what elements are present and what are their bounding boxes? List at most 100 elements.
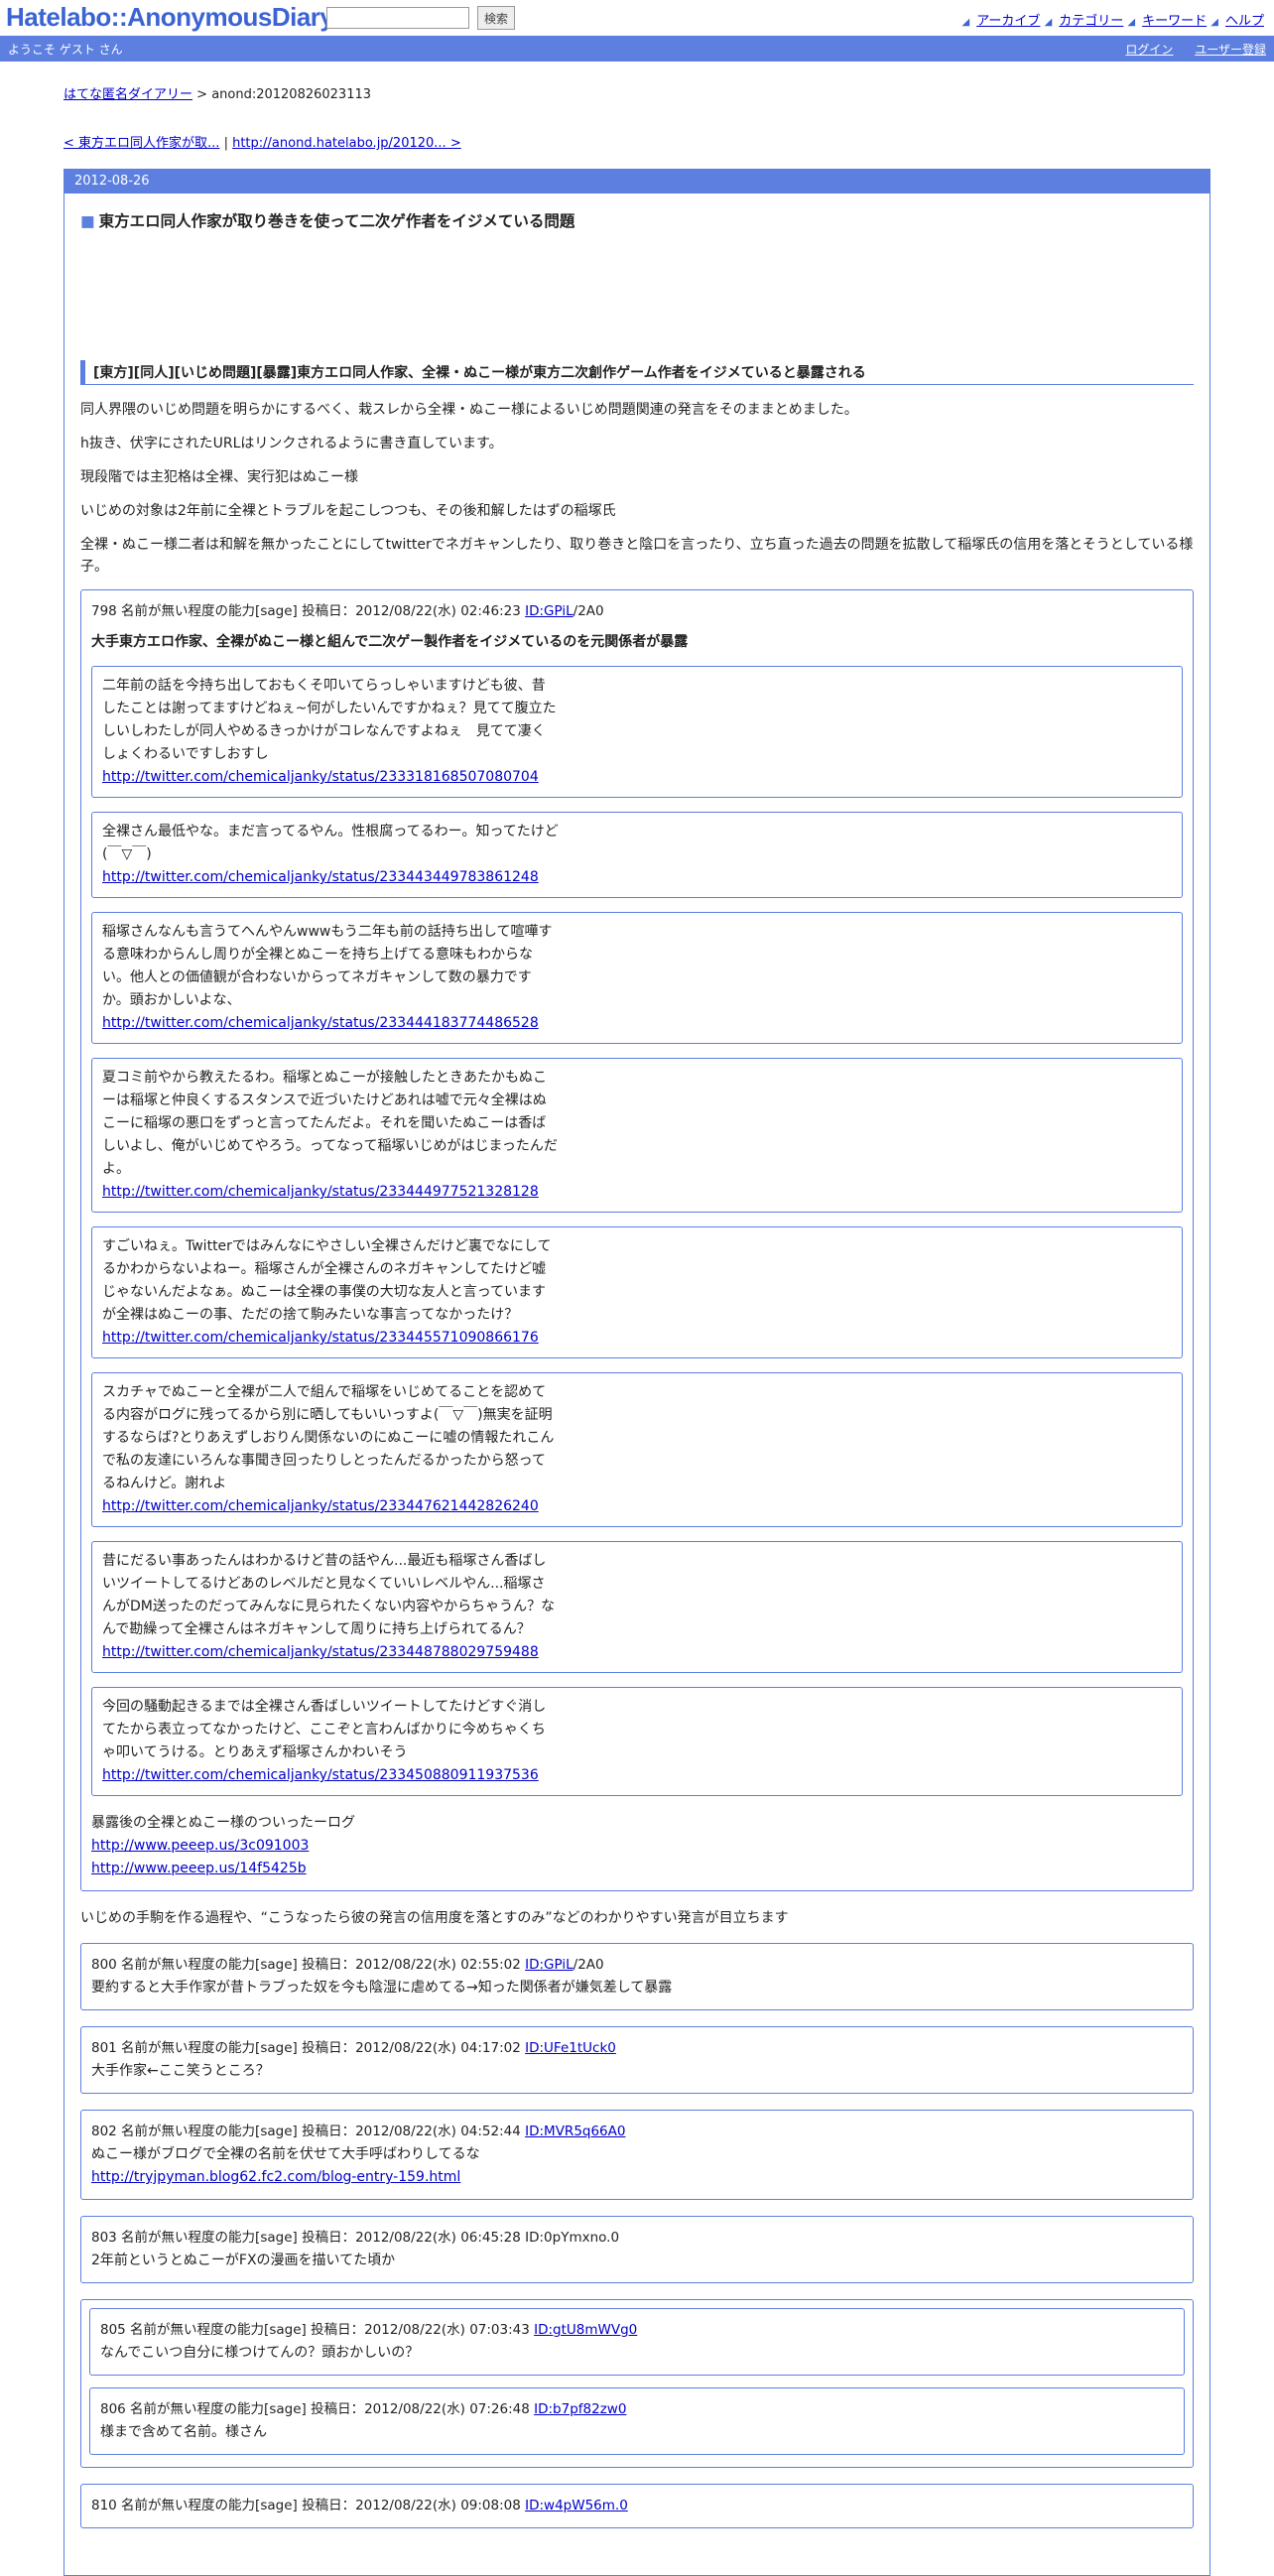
top-bar: Hatelabo::AnonymousDiary 検索 ◢ アーカイブ ◢ カテゴリ… (0, 0, 1274, 36)
breadcrumb: はてな匿名ダイアリー > anond:20120826023113 (64, 83, 1210, 102)
log-link[interactable]: http://www.peeep.us/3c091003 (91, 1838, 309, 1854)
intro-line: 全裸・ぬこー様二者は和解を無かったことにしてtwitterでネガキャンしたり、取… (80, 537, 1194, 575)
keyword-link[interactable]: キーワード (1142, 14, 1207, 29)
reply-id-link[interactable]: ID:MVR5q66A0 (525, 2124, 625, 2139)
breadcrumb-home[interactable]: はてな匿名ダイアリー (64, 87, 192, 102)
tweet-quote: 二年前の話を今持ち出しておもくそ叩いてらっしゃいますけども彼、昔したことは謝って… (91, 666, 1183, 798)
help-link[interactable]: ヘルプ (1225, 14, 1264, 29)
entry-title: ■ 東方エロ同人作家が取り巻きを使って二次ゲ作者をイジメている問題 (80, 209, 1194, 231)
post-header: 798 名前が無い程度の能力[sage] 投稿日：2012/08/22(水) 0… (91, 600, 1183, 623)
nested-quote: 805 名前が無い程度の能力[sage] 投稿日：2012/08/22(水) 0… (80, 2299, 1194, 2468)
tweet-text: 全裸さん最低やな。まだ言ってるやん。性根腐ってるわー。知ってたけど(￣▽￣) (102, 824, 559, 862)
reply-body: ぬこー様がブログで全裸の名前を伏せて大手呼ばわりしてるな (91, 2146, 480, 2162)
reply-id-link[interactable]: ID:UFe1tUck0 (525, 2040, 616, 2056)
reply-quote: 810 名前が無い程度の能力[sage] 投稿日：2012/08/22(水) 0… (80, 2484, 1194, 2528)
after-text: いじめの手駒を作る過程や、“こうなったら彼の発言の信用度を落とすのみ”などのわか… (80, 1910, 789, 1926)
tweet-quote: 昔にだるい事あったんはわかるけど昔の話やん...最近も稲塚さん香ばしいツイートし… (91, 1541, 1183, 1673)
reply-id-link[interactable]: ID:GPiL (525, 1957, 573, 1973)
tweet-quote: 全裸さん最低やな。まだ言ってるやん。性根腐ってるわー。知ってたけど(￣▽￣) ht… (91, 812, 1183, 898)
post-meta: 798 名前が無い程度の能力[sage] 投稿日：2012/08/22(水) 0… (91, 603, 526, 619)
tweet-link[interactable]: http://twitter.com/chemicaljanky/status/… (102, 1184, 539, 1200)
tweet-quote: スカチャでぬこーと全裸が二人で組んで稲塚をいじめてることを認めてる内容がログに残… (91, 1372, 1183, 1527)
reply-id-link[interactable]: ID:w4pW56m.0 (525, 2498, 628, 2513)
reply-meta: 800 名前が無い程度の能力[sage] 投稿日：2012/08/22(水) 0… (91, 1957, 526, 1973)
search-button[interactable]: 検索 (477, 6, 516, 30)
category-link[interactable]: カテゴリー (1059, 14, 1123, 29)
reply-meta: 806 名前が無い程度の能力[sage] 投稿日：2012/08/22(水) 0… (100, 2401, 535, 2417)
reply-quote: 805 名前が無い程度の能力[sage] 投稿日：2012/08/22(水) 0… (89, 2308, 1185, 2376)
reply-header: 801 名前が無い程度の能力[sage] 投稿日：2012/08/22(水) 0… (91, 2037, 1183, 2060)
tweet-text: 今回の騒動起きるまでは全裸さん香ばしいツイートしてたけどすぐ消してたから表立って… (102, 1699, 547, 1760)
reply-quote: 801 名前が無い程度の能力[sage] 投稿日：2012/08/22(水) 0… (80, 2026, 1194, 2094)
reply-header: 803 名前が無い程度の能力[sage] 投稿日：2012/08/22(水) 0… (91, 2230, 620, 2246)
reply-id-link[interactable]: ID:gtU8mWVg0 (534, 2322, 637, 2338)
reply-quote: 806 名前が無い程度の能力[sage] 投稿日：2012/08/22(水) 0… (89, 2387, 1185, 2455)
archive-link[interactable]: アーカイブ (976, 14, 1040, 29)
day-date: 2012-08-26 (64, 170, 1210, 193)
reply-id-tail: /2A0 (573, 1957, 604, 1973)
reply-meta: 801 名前が無い程度の能力[sage] 投稿日：2012/08/22(水) 0… (91, 2040, 526, 2056)
tweet-text: すごいねぇ。Twitterではみんなにやさしい全裸さんだけど裏でなにしてるかわか… (102, 1238, 552, 1323)
log-title: 暴露後の全裸とぬこー様のついったーログ (91, 1815, 355, 1831)
next-entry-link[interactable]: http://anond.hatelabo.jp/20120... > (232, 136, 461, 151)
log-link[interactable]: http://www.peeep.us/14f5425b (91, 1861, 307, 1876)
reply-header: 810 名前が無い程度の能力[sage] 投稿日：2012/08/22(水) 0… (91, 2495, 1183, 2517)
tweet-text: 稲塚さんなんも言うてへんやんwwwもう二年も前の話持ち出して喧嘩する意味わからん… (102, 924, 553, 1008)
tweet-link[interactable]: http://twitter.com/chemicaljanky/status/… (102, 1498, 539, 1514)
prev-entry-link[interactable]: < 東方エロ同人作家が取... (64, 136, 219, 151)
tweet-link[interactable]: http://twitter.com/chemicaljanky/status/… (102, 769, 539, 785)
reply-quote: 802 名前が無い程度の能力[sage] 投稿日：2012/08/22(水) 0… (80, 2110, 1194, 2200)
log-section: 暴露後の全裸とぬこー様のついったーログ http://www.peeep.us/… (91, 1812, 1183, 1880)
main-content: はてな匿名ダイアリー > anond:20120826023113 < 東方エロ… (64, 83, 1210, 2576)
arrow-icon: ◢ (1044, 17, 1053, 28)
day-body: ■ 東方エロ同人作家が取り巻きを使って二次ゲ作者をイジメている問題 [東方][同人… (64, 193, 1210, 2575)
reply-header: 800 名前が無い程度の能力[sage] 投稿日：2012/08/22(水) 0… (91, 1954, 1183, 1977)
intro-line: h抜き、伏字にされたURLはリンクされるように書き直しています。 (80, 436, 503, 451)
tweet-quote: 稲塚さんなんも言うてへんやんwwwもう二年も前の話持ち出して喧嘩する意味わからん… (91, 912, 1183, 1044)
reply-meta: 810 名前が無い程度の能力[sage] 投稿日：2012/08/22(水) 0… (91, 2498, 526, 2513)
reply-body: 要約すると大手作家が昔トラブった奴を今も陰湿に虐めてる→知った関係者が嫌気差して… (91, 1980, 673, 1996)
tweet-link[interactable]: http://twitter.com/chemicaljanky/status/… (102, 1330, 539, 1346)
reply-link[interactable]: http://tryjpyman.blog62.fc2.com/blog-ent… (91, 2169, 460, 2185)
tweet-link[interactable]: http://twitter.com/chemicaljanky/status/… (102, 1644, 539, 1660)
breadcrumb-separator: > (192, 87, 212, 102)
reply-meta: 805 名前が無い程度の能力[sage] 投稿日：2012/08/22(水) 0… (100, 2322, 535, 2338)
entry-title-text: 東方エロ同人作家が取り巻きを使って二次ゲ作者をイジメている問題 (98, 212, 575, 230)
reply-body: なんでこいつ自分に様つけてんの？頭おかしいの？ (100, 2345, 420, 2361)
reply-header: 806 名前が無い程度の能力[sage] 投稿日：2012/08/22(水) 0… (100, 2398, 1174, 2421)
reply-header: 802 名前が無い程度の能力[sage] 投稿日：2012/08/22(水) 0… (91, 2121, 1183, 2143)
section-heading: [東方][同人][いじめ問題][暴露]東方エロ同人作家、全裸・ぬこー様が東方二次… (80, 360, 1194, 385)
reply-body: 様まで含めて名前。様さん (100, 2424, 267, 2440)
reply-meta: 802 名前が無い程度の能力[sage] 投稿日：2012/08/22(水) 0… (91, 2124, 526, 2139)
tweet-link[interactable]: http://twitter.com/chemicaljanky/status/… (102, 1015, 539, 1031)
tweet-text: 夏コミ前やから教えたるわ。稲塚とぬこーが接触したときあたかもぬこーは稲塚と仲良く… (102, 1070, 558, 1177)
square-bullet-icon[interactable]: ■ (80, 212, 95, 230)
top-links: ◢ アーカイブ ◢ カテゴリー ◢ キーワード ◢ ヘルプ (961, 10, 1264, 29)
welcome-text: ようこそ ゲスト さん (8, 43, 123, 57)
reply-body: 大手作家←ここ笑うところ？ (91, 2063, 270, 2079)
reply-body: 2年前というとぬこーがFXの漫画を描いてた頃か (91, 2253, 396, 2268)
tweet-link[interactable]: http://twitter.com/chemicaljanky/status/… (102, 1767, 539, 1783)
intro-line: 現段階では主犯格は全裸、実行犯はぬこー様 (80, 469, 358, 485)
tweet-quote: すごいねぇ。Twitterではみんなにやさしい全裸さんだけど裏でなにしてるかわか… (91, 1226, 1183, 1358)
search-input[interactable] (326, 7, 469, 29)
day-section: 2012-08-26 ■ 東方エロ同人作家が取り巻きを使って二次ゲ作者をイジメてい… (64, 169, 1210, 2576)
arrow-icon: ◢ (1127, 17, 1136, 28)
site-logo[interactable]: Hatelabo::AnonymousDiary (6, 2, 334, 33)
tweet-text: スカチャでぬこーと全裸が二人で組んで稲塚をいじめてることを認めてる内容がログに残… (102, 1384, 555, 1491)
arrow-icon: ◢ (961, 17, 970, 28)
breadcrumb-current: anond:20120826023113 (211, 87, 372, 102)
tweet-quote: 夏コミ前やから教えたるわ。稲塚とぬこーが接触したときあたかもぬこーは稲塚と仲良く… (91, 1058, 1183, 1213)
reply-id-link[interactable]: ID:b7pf82zw0 (534, 2401, 626, 2417)
main-post-quote: 798 名前が無い程度の能力[sage] 投稿日：2012/08/22(水) 0… (80, 589, 1194, 1891)
intro-line: 同人界隈のいじめ問題を明らかにするべく、栽スレから全裸・ぬこー様によるいじめ問題… (80, 402, 858, 418)
intro-line: いじめの対象は2年前に全裸とトラブルを起こしつつも、その後和解したはずの稲塚氏 (80, 503, 616, 519)
tweet-link[interactable]: http://twitter.com/chemicaljanky/status/… (102, 869, 539, 885)
post-id-link[interactable]: ID:GPiL (525, 603, 573, 619)
reply-header: 805 名前が無い程度の能力[sage] 投稿日：2012/08/22(水) 0… (100, 2319, 1174, 2342)
register-link[interactable]: ユーザー登録 (1195, 43, 1266, 57)
welcome-bar: ようこそ ゲスト さん ログイン ユーザー登録 (0, 36, 1274, 62)
pager: < 東方エロ同人作家が取... | http://anond.hatelabo.… (64, 132, 1210, 151)
login-link[interactable]: ログイン (1125, 43, 1173, 57)
post-id-tail: /2A0 (573, 603, 604, 619)
